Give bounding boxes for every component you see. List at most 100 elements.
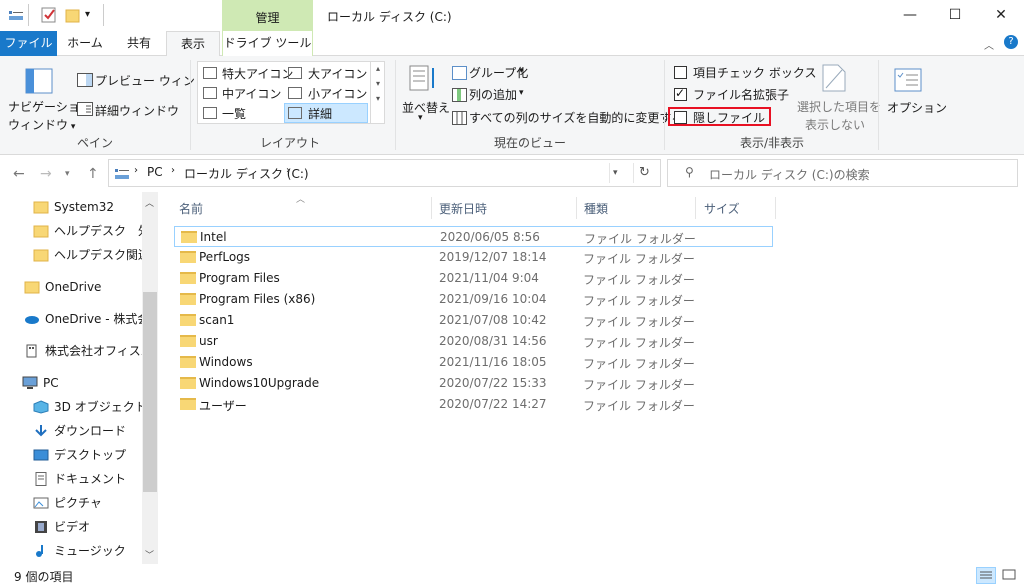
nav-item[interactable]: ピクチャ (33, 493, 142, 513)
tab-manage-context[interactable]: 管理 (222, 0, 313, 31)
nav-item-label: ヘルプデスク関連 (54, 248, 142, 262)
scrollbar-thumb[interactable] (143, 292, 157, 492)
size-all-columns-button[interactable]: すべての列のサイズを自動的に変更する (469, 109, 683, 126)
nav-item[interactable]: デスクトップ (33, 445, 142, 465)
file-type: ファイル フォルダー (583, 336, 695, 350)
refresh-icon[interactable]: ↻ (639, 165, 650, 180)
details-view-icon[interactable] (976, 567, 996, 584)
column-header-name[interactable]: 名前 (179, 200, 203, 217)
nav-item[interactable]: 3D オブジェクト (33, 397, 142, 417)
tab-home[interactable]: ホーム (57, 31, 113, 56)
folder-icon (24, 280, 40, 294)
file-type: ファイル フォルダー (583, 399, 695, 413)
panes-group-label: ペイン (76, 136, 113, 150)
recent-locations-icon[interactable]: ▾ (65, 169, 70, 179)
divider (395, 60, 396, 150)
cloud-icon (24, 312, 40, 326)
nav-item-label: PC (43, 376, 59, 390)
help-icon[interactable]: ? (1004, 35, 1018, 49)
table-row[interactable]: Windows 2021/11/16 18:05 ファイル フォルダー (174, 352, 773, 373)
breadcrumb-separator-icon: › (134, 165, 138, 176)
chevron-down-icon: ▾ (418, 113, 423, 123)
table-row[interactable]: Windows10Upgrade 2020/07/22 15:33 ファイル フォル… (174, 373, 773, 394)
file-date: 2020/08/31 14:56 (439, 334, 547, 348)
layout-scroll[interactable]: ▴ ▾ ▾ (370, 62, 385, 123)
address-dropdown-icon[interactable]: ▾ (613, 168, 618, 178)
nav-item-label: OneDrive (45, 280, 102, 294)
customize-quick-access-icon[interactable]: ▾ (85, 9, 101, 25)
pc-icon (114, 167, 130, 184)
nav-item[interactable]: ミュージック (33, 541, 142, 561)
nav-item[interactable]: ビデオ (33, 517, 142, 537)
details-pane-button[interactable]: 詳細ウィンドウ (95, 102, 179, 119)
divider (28, 4, 29, 26)
nav-item[interactable]: ドキュメント (33, 469, 142, 489)
layout-large-icons[interactable]: 大アイコン (308, 65, 367, 82)
nav-item[interactable]: ヘルプデスク 外注 (33, 221, 142, 241)
nav-item[interactable]: OneDrive - 株式会 (24, 309, 142, 329)
scroll-up-icon[interactable]: ︿ (145, 196, 154, 209)
folder-icon (180, 251, 196, 263)
minimize-button[interactable]: — (887, 0, 933, 31)
properties-icon[interactable] (41, 7, 57, 23)
table-row[interactable]: ユーザー 2020/07/22 14:27 ファイル フォルダー (174, 394, 773, 415)
table-row[interactable]: usr 2020/08/31 14:56 ファイル フォルダー (174, 331, 773, 352)
options-button[interactable]: オプション (887, 99, 947, 116)
nav-item[interactable]: OneDrive (24, 277, 142, 297)
collapse-ribbon-icon[interactable]: ︿ (984, 37, 994, 52)
table-row[interactable]: Program Files 2021/11/04 9:04 ファイル フォルダー (174, 268, 773, 289)
divider (664, 60, 665, 150)
tab-view[interactable]: 表示 (166, 31, 220, 57)
column-header-size[interactable]: サイズ (704, 200, 740, 217)
layout-extra-large-icons[interactable]: 特大アイコン (222, 65, 293, 82)
nav-scrollbar[interactable]: ︿ ﹀ (142, 192, 158, 564)
layout-details-selected[interactable]: 詳細 (284, 103, 368, 123)
add-columns-button[interactable]: 列の追加 (469, 86, 517, 103)
folder-icon (180, 398, 196, 410)
up-arrow-icon[interactable]: ↑ (87, 166, 99, 182)
close-button[interactable]: ✕ (978, 0, 1024, 31)
scroll-down-icon[interactable]: ﹀ (145, 548, 154, 561)
nav-item[interactable]: ヘルプデスク関連 (33, 245, 142, 265)
sort-by-button[interactable]: 並べ替え (402, 99, 450, 116)
navigation-pane-button[interactable]: ナビゲーション ウィンドウ ▾ (8, 98, 92, 133)
tab-share[interactable]: 共有 (113, 31, 165, 56)
options-icon (894, 68, 922, 95)
file-name: Program Files (x86) (199, 292, 316, 306)
file-extensions-checkbox[interactable] (674, 86, 687, 101)
back-arrow-icon[interactable]: ← (13, 166, 25, 182)
search-input[interactable]: ⚲ ローカル ディスク (C:)の検索 (667, 159, 1018, 187)
layout-medium-icons[interactable]: 中アイコン (222, 85, 281, 102)
large-icons-view-icon[interactable] (1000, 567, 1020, 584)
add-columns-icon (452, 88, 467, 105)
address-bar[interactable]: › PC › ローカル ディスク (C:) › ▾ ↻ (108, 159, 661, 187)
layout-small-icons[interactable]: 小アイコン (308, 85, 367, 102)
column-header-type[interactable]: 種類 (584, 200, 608, 217)
table-row[interactable]: PerfLogs 2019/12/07 18:14 ファイル フォルダー (174, 247, 773, 268)
nav-item[interactable]: System32 (33, 197, 142, 217)
table-row[interactable]: scan1 2021/07/08 10:42 ファイル フォルダー (174, 310, 773, 331)
nav-item[interactable]: 株式会社オフィスバ (24, 341, 142, 361)
forward-arrow-icon[interactable]: → (40, 166, 52, 182)
maximize-button[interactable]: ☐ (932, 0, 978, 31)
nav-item[interactable]: ダウンロード (33, 421, 142, 441)
tab-file[interactable]: ファイル (0, 31, 57, 56)
divider (103, 4, 104, 26)
new-folder-icon[interactable] (65, 7, 81, 23)
layout-list[interactable]: 一覧 (222, 105, 246, 122)
divider (431, 197, 432, 219)
divider (695, 197, 696, 219)
tab-drive-tools[interactable]: ドライブ ツール (222, 31, 313, 56)
nav-item[interactable]: PC (22, 373, 142, 393)
file-type: ファイル フォルダー (583, 273, 695, 287)
title-bar: ▾ 管理 ローカル ディスク (C:) — ☐ ✕ (0, 0, 1024, 31)
table-row[interactable]: Program Files (x86) 2021/09/16 10:04 ファイル … (174, 289, 773, 310)
item-checkboxes-label[interactable]: 項目チェック ボックス (693, 64, 816, 81)
column-header-date[interactable]: 更新日時 (439, 200, 487, 217)
item-checkboxes-checkbox[interactable] (674, 66, 687, 79)
list-icon (203, 107, 217, 119)
breadcrumb-pc[interactable]: PC (147, 165, 163, 179)
status-bar: 9 個の項目 (0, 564, 1024, 587)
file-extensions-label[interactable]: ファイル名拡張子 (693, 86, 789, 103)
table-row[interactable]: Intel 2020/06/05 8:56 ファイル フォルダー (174, 226, 773, 247)
